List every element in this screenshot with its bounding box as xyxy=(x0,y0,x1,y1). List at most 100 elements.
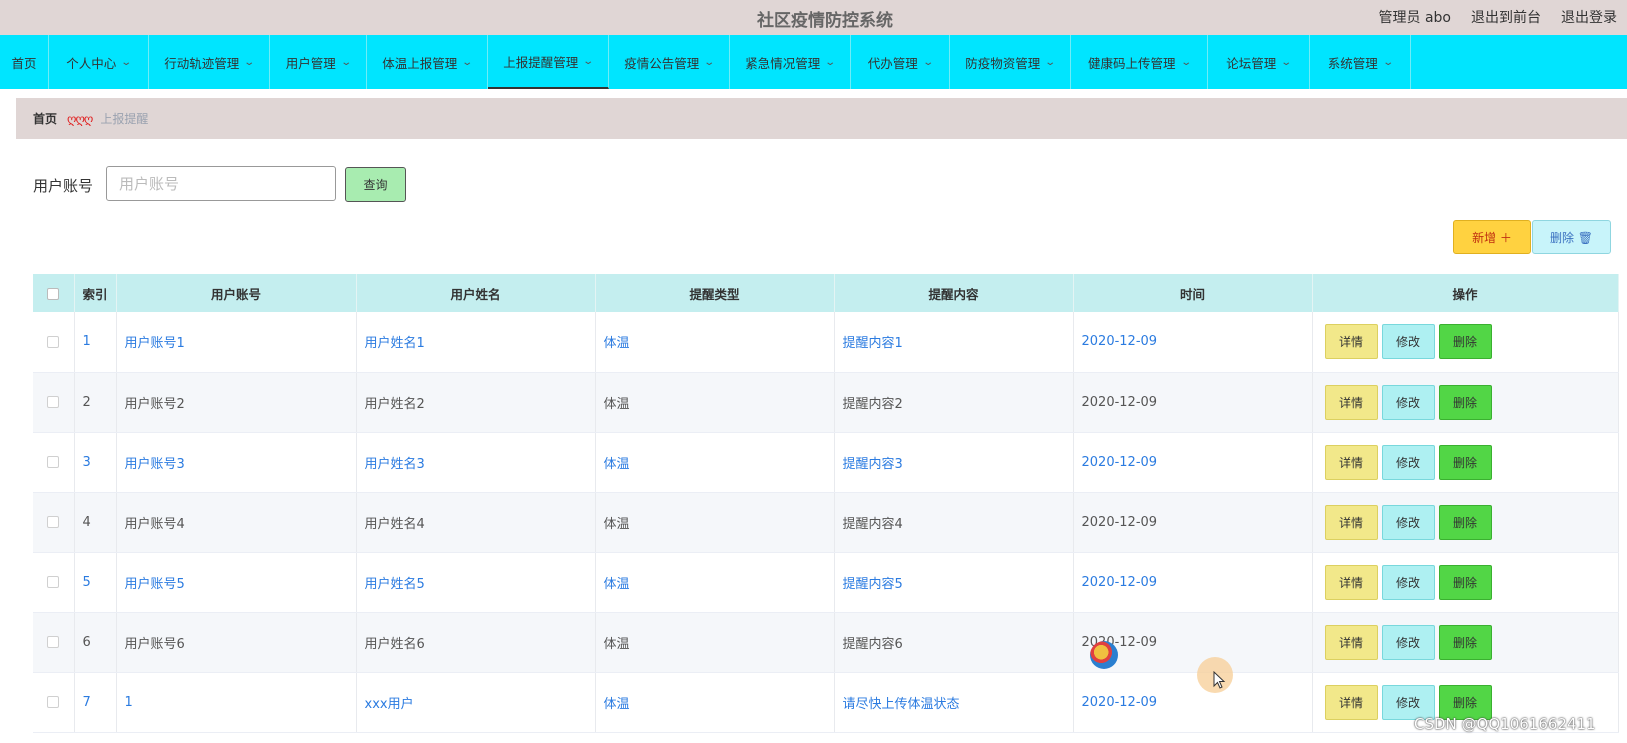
nav-item-label: 论坛管理 xyxy=(1226,55,1277,71)
edit-button[interactable]: 修改 xyxy=(1381,504,1435,540)
cell-content: 提醒内容5 xyxy=(834,552,1074,613)
detail-button[interactable]: 详情 xyxy=(1324,624,1378,660)
detail-button[interactable]: 详情 xyxy=(1324,564,1378,600)
chevron-down-icon: ⌄ xyxy=(824,56,837,68)
nav-item-2[interactable]: 个人中心 ⌄ xyxy=(49,35,149,89)
nav-item-7[interactable]: 疫情公告管理 ⌄ xyxy=(609,35,730,89)
cell-index: 2 xyxy=(74,372,117,433)
top-header: 社区疫情防控系统 管理员 abo 退出到前台 退出登录 xyxy=(0,0,1627,35)
edit-button[interactable]: 修改 xyxy=(1381,624,1435,660)
row-checkbox[interactable] xyxy=(33,372,75,433)
delete-button[interactable]: 删除 xyxy=(1438,384,1492,420)
col-header-name: 用户姓名 xyxy=(356,274,596,312)
edit-button[interactable]: 修改 xyxy=(1381,444,1435,480)
edit-button[interactable]: 修改 xyxy=(1381,564,1435,600)
detail-button[interactable]: 详情 xyxy=(1324,504,1378,540)
batch-delete-button[interactable]: 删除 🗑 xyxy=(1532,220,1611,254)
nav-item-label: 防疫物资管理 xyxy=(965,55,1041,71)
nav-item-10[interactable]: 防疫物资管理 ⌄ xyxy=(950,35,1071,89)
nav-item-label: 上报提醒管理 xyxy=(503,54,579,70)
nav-item-label: 代办管理 xyxy=(867,55,918,71)
row-checkbox[interactable] xyxy=(33,612,75,673)
cell-name: xxx用户 xyxy=(356,672,596,733)
cell-name: 用户姓名4 xyxy=(356,492,596,553)
cell-type: 体温 xyxy=(595,312,835,373)
breadcrumb-separator-icon: ღღღ xyxy=(67,111,93,126)
nav-item-8[interactable]: 紧急情况管理 ⌄ xyxy=(730,35,851,89)
nav-item-label: 健康码上传管理 xyxy=(1088,55,1176,71)
chevron-down-icon: ⌄ xyxy=(340,56,352,68)
chevron-down-icon: ⌄ xyxy=(922,56,934,68)
search-label: 用户账号 xyxy=(33,177,94,195)
cell-time: 2020-12-09 xyxy=(1073,372,1313,433)
table-header-row: 索引 用户账号 用户姓名 提醒类型 提醒内容 时间 操作 xyxy=(33,274,1619,312)
table-row: 1 用户账号1 用户姓名1 体温 提醒内容1 2020-12-09 详情 修改 删除 xyxy=(33,312,1619,373)
delete-button[interactable]: 删除 xyxy=(1438,444,1492,480)
detail-button[interactable]: 详情 xyxy=(1324,324,1378,360)
detail-button[interactable]: 详情 xyxy=(1324,384,1378,420)
detail-button[interactable]: 详情 xyxy=(1324,444,1378,480)
cell-content: 提醒内容1 xyxy=(834,312,1074,373)
delete-button[interactable]: 删除 xyxy=(1438,504,1492,540)
table-row: 7 1 xxx用户 体温 请尽快上传体温状态 2020-12-09 详情 修改 删除 xyxy=(33,672,1619,733)
nav-item-6[interactable]: 上报提醒管理 ⌄ xyxy=(488,35,609,89)
admin-user-label: 管理员 abo xyxy=(1378,10,1451,26)
cell-actions: 详情 修改 删除 xyxy=(1312,492,1619,553)
row-checkbox[interactable] xyxy=(33,672,75,733)
nav-item-label: 体温上报管理 xyxy=(382,55,458,71)
row-checkbox[interactable] xyxy=(33,492,75,553)
breadcrumb-home[interactable]: 首页 xyxy=(33,110,57,127)
nav-item-label: 用户管理 xyxy=(285,55,336,71)
table-row: 6 用户账号6 用户姓名6 体温 提醒内容6 2020-12-09 详情 修改 删除 xyxy=(33,612,1619,673)
nav-item-4[interactable]: 用户管理 ⌄ xyxy=(270,35,367,89)
chevron-down-icon: ⌄ xyxy=(1382,56,1394,68)
nav-item-label: 个人中心 xyxy=(66,55,117,71)
row-checkbox[interactable] xyxy=(33,552,75,613)
edit-button[interactable]: 修改 xyxy=(1381,384,1435,420)
cell-account: 用户账号6 xyxy=(116,612,357,673)
cell-index: 1 xyxy=(74,312,117,373)
nav-item-9[interactable]: 代办管理 ⌄ xyxy=(851,35,950,89)
cell-index: 4 xyxy=(74,492,117,553)
cell-content: 请尽快上传体温状态 xyxy=(834,672,1074,733)
edit-button[interactable]: 修改 xyxy=(1381,324,1435,360)
chevron-down-icon: ⌄ xyxy=(1044,56,1057,68)
nav-item-13[interactable]: 系统管理 ⌄ xyxy=(1310,35,1411,89)
table-row: 4 用户账号4 用户姓名4 体温 提醒内容4 2020-12-09 详情 修改 删除 xyxy=(33,492,1619,553)
cell-type: 体温 xyxy=(595,612,835,673)
cell-content: 提醒内容2 xyxy=(834,372,1074,433)
search-input[interactable] xyxy=(106,166,336,201)
nav-item-3[interactable]: 行动轨迹管理 ⌄ xyxy=(149,35,270,89)
logout-link[interactable]: 退出登录 xyxy=(1561,7,1617,27)
cell-name: 用户姓名3 xyxy=(356,432,596,493)
delete-button[interactable]: 删除 xyxy=(1438,324,1492,360)
breadcrumb-current: 上报提醒 xyxy=(100,112,149,126)
table-row: 5 用户账号5 用户姓名5 体温 提醒内容5 2020-12-09 详情 修改 删除 xyxy=(33,552,1619,613)
chevron-down-icon: ⌄ xyxy=(1280,56,1293,68)
cell-account: 用户账号2 xyxy=(116,372,357,433)
select-all-checkbox[interactable] xyxy=(33,274,75,312)
row-checkbox[interactable] xyxy=(33,432,75,493)
cell-type: 体温 xyxy=(595,672,835,733)
cell-index: 6 xyxy=(74,612,117,673)
chevron-down-icon: ⌄ xyxy=(582,55,595,67)
back-to-front-link[interactable]: 退出到前台 xyxy=(1471,7,1541,27)
cell-content: 提醒内容6 xyxy=(834,612,1074,673)
nav-item-12[interactable]: 论坛管理 ⌄ xyxy=(1208,35,1310,89)
query-button[interactable]: 查询 xyxy=(345,167,406,202)
detail-button[interactable]: 详情 xyxy=(1324,684,1378,720)
delete-button[interactable]: 删除 xyxy=(1438,624,1492,660)
col-header-actions: 操作 xyxy=(1312,274,1619,312)
row-checkbox[interactable] xyxy=(33,312,75,373)
nav-item-11[interactable]: 健康码上传管理 ⌄ xyxy=(1071,35,1208,89)
nav-item-label: 系统管理 xyxy=(1327,55,1378,71)
cell-type: 体温 xyxy=(595,552,835,613)
nav-item-label: 行动轨迹管理 xyxy=(164,55,240,71)
add-button[interactable]: 新增 ＋ xyxy=(1453,220,1531,254)
nav-item-1[interactable]: 首页 xyxy=(0,35,49,89)
floating-assistant-icon[interactable] xyxy=(1090,641,1118,669)
nav-item-5[interactable]: 体温上报管理 ⌄ xyxy=(367,35,488,89)
main-nav: 首页 个人中心 ⌄ 行动轨迹管理 ⌄ 用户管理 ⌄ 体温上报管理 ⌄ 上报提醒管理 ⌄ 疫情公告管理 ⌄… xyxy=(0,35,1627,89)
cell-name: 用户姓名6 xyxy=(356,612,596,673)
delete-button[interactable]: 删除 xyxy=(1438,564,1492,600)
